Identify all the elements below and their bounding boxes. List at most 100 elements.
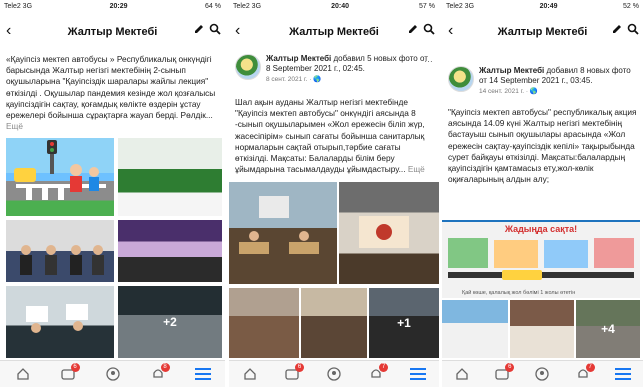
post-text: «Қауіпсіз мектеп автобусы » Республикалы…: [6, 54, 219, 132]
tab-profile[interactable]: [532, 364, 552, 384]
globe-icon: 🌎: [529, 88, 538, 95]
post-photo-students[interactable]: [6, 220, 114, 282]
notification-badge: 7: [585, 363, 595, 372]
carrier-label: Tele2 3G: [446, 3, 475, 10]
students-figures: [20, 245, 104, 275]
back-arrow-icon[interactable]: ‹: [448, 21, 453, 41]
post-photo-projector[interactable]: [339, 182, 439, 284]
home-icon: [16, 368, 29, 380]
post-photo-more[interactable]: +1: [369, 288, 439, 358]
page-title: Жалтыр Мектебі: [289, 26, 379, 38]
more-link[interactable]: Ещё: [408, 164, 425, 174]
post-photo-classroom-desks[interactable]: [229, 182, 337, 284]
nav-bar: ‹ Жалтыр Мектебі: [442, 17, 643, 47]
post-text-body: Шал ақын ауданы Жалтыр негізгі мектебінд…: [235, 97, 425, 175]
post-photo-girl-1[interactable]: [442, 300, 508, 358]
home-icon: [456, 368, 468, 380]
phone-screen-3: Tele2 3G 20:49 52 % ‹ Жалтыр Мектебі Жал…: [442, 0, 643, 387]
tab-menu[interactable]: [193, 364, 213, 384]
battery-label: 52 %: [623, 3, 639, 10]
post-photo-classroom[interactable]: [118, 220, 222, 282]
menu-icon: [614, 373, 631, 375]
back-arrow-icon[interactable]: ‹: [6, 21, 11, 41]
page-title: Жалтыр Мектебі: [497, 26, 588, 38]
tab-profile[interactable]: [103, 364, 123, 384]
more-photos-count: +4: [576, 300, 640, 358]
tab-notifications[interactable]: 8: [148, 363, 170, 384]
post-meta: Жалтыр Мектебі добавил 5 новых фото от 8…: [266, 54, 433, 85]
search-icon[interactable]: [209, 23, 221, 35]
battery-label: 64 %: [205, 3, 221, 10]
edit-pencil-icon[interactable]: [407, 23, 419, 35]
post-photo-kids-posters[interactable]: [6, 286, 114, 358]
bottom-tab-bar: 6 7: [442, 360, 643, 387]
carrier-label: Tele2 3G: [4, 3, 33, 10]
page-avatar[interactable]: [448, 66, 474, 92]
post-header: Жалтыр Мектебі добавил 5 новых фото от 8…: [235, 54, 433, 85]
notification-badge: 8: [160, 363, 170, 372]
post-photo-poster[interactable]: Жадыңда сақта! Қай көше, қалалық жол бөл…: [442, 220, 640, 298]
post-photo-students-2[interactable]: [301, 288, 367, 358]
author-name[interactable]: Жалтыр Мектебі: [266, 54, 331, 63]
status-bar: Tele2 3G 20:40 57 %: [229, 0, 439, 13]
tab-home[interactable]: [240, 364, 260, 384]
profile-icon: [327, 367, 341, 381]
notification-badge: 7: [379, 363, 388, 372]
video-badge: 6: [70, 363, 80, 372]
edit-pencil-icon[interactable]: [611, 23, 623, 35]
clock: 20:29: [109, 3, 128, 10]
search-icon[interactable]: [423, 23, 435, 35]
more-options-icon[interactable]: …: [424, 54, 433, 64]
projector-screen: [359, 216, 409, 248]
clock: 20:49: [539, 3, 558, 10]
post-photo-more[interactable]: +2: [118, 286, 222, 358]
page-avatar[interactable]: [235, 54, 261, 80]
video-badge: 6: [295, 363, 304, 372]
status-bar: Tele2 3G 20:29 64 %: [0, 0, 225, 13]
nav-bar: ‹ Жалтыр Мектебі: [0, 17, 225, 47]
tab-video[interactable]: 6: [58, 363, 80, 384]
more-link[interactable]: Ещё: [6, 121, 23, 131]
kids-holding-posters: [26, 304, 88, 333]
classroom-scene: [239, 196, 319, 254]
post-date: 8 сент. 2021 г. ·: [266, 76, 314, 83]
bottom-tab-bar: 6 8: [0, 360, 225, 387]
tab-notifications[interactable]: 7: [366, 363, 388, 384]
edit-pencil-icon[interactable]: [193, 23, 205, 35]
tab-home[interactable]: [13, 364, 33, 384]
post-date: 14 сент. 2021 г. ·: [479, 88, 530, 95]
menu-icon: [194, 373, 211, 375]
tab-video[interactable]: 6: [282, 363, 304, 384]
tab-menu[interactable]: [613, 364, 633, 384]
nav-bar: ‹ Жалтыр Мектебі: [229, 17, 439, 47]
video-badge: 6: [505, 363, 515, 372]
tab-menu[interactable]: [408, 364, 428, 384]
post-photo-girl-2[interactable]: [510, 300, 574, 358]
post-text-body: "Қауіпсіз мектеп автобусы" республикалық…: [448, 107, 637, 185]
phone-screen-1: Tele2 3G 20:29 64 % ‹ Жалтыр Мектебі «Қа…: [0, 0, 225, 387]
author-name[interactable]: Жалтыр Мектебі: [479, 66, 544, 75]
profile-icon: [535, 367, 550, 381]
tab-profile[interactable]: [324, 364, 344, 384]
post-text: "Қауіпсіз мектеп автобусы" республикалық…: [448, 107, 637, 185]
home-icon: [244, 368, 256, 380]
bottom-tab-bar: 6 7: [229, 360, 439, 387]
clock: 20:40: [331, 3, 349, 10]
tab-home[interactable]: [452, 364, 472, 384]
post-photo-cartoon-crossing[interactable]: [6, 138, 114, 216]
more-photos-count: +1: [369, 288, 439, 358]
profile-icon: [105, 367, 120, 381]
tab-video[interactable]: 6: [492, 363, 515, 384]
post-photo-students-1[interactable]: [229, 288, 299, 358]
poster-title: Жадыңда сақта!: [504, 224, 578, 234]
post-text: Шал ақын ауданы Жалтыр негізгі мектебінд…: [235, 97, 433, 175]
post-photo-more[interactable]: +4: [576, 300, 640, 358]
menu-icon: [410, 373, 426, 375]
carrier-label: Tele2 3G: [233, 3, 262, 10]
post-text-body: «Қауіпсіз мектеп автобусы » Республикалы…: [6, 54, 216, 121]
post-meta: Жалтыр Мектебі добавил 8 новых фото от 1…: [479, 66, 637, 97]
back-arrow-icon[interactable]: ‹: [235, 21, 240, 41]
tab-notifications[interactable]: 7: [573, 363, 595, 384]
search-icon[interactable]: [627, 23, 639, 35]
post-photo-board[interactable]: [118, 138, 222, 216]
